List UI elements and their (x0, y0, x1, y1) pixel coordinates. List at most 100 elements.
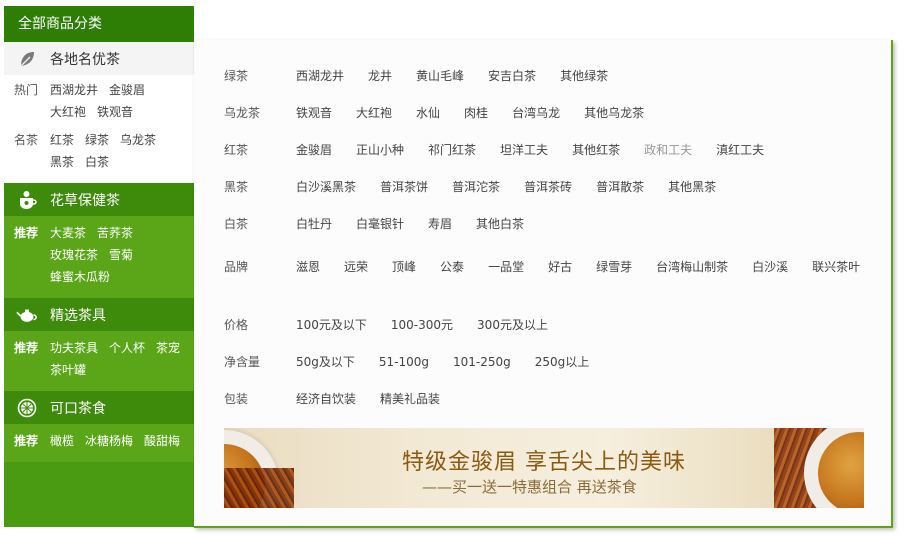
section-links: 推荐 橄榄 冰糖杨梅 酸甜梅 (4, 424, 194, 462)
filter-row-price: 价格 100元及以下 100-300元 300元及以上 (224, 314, 866, 336)
filter-link[interactable]: 白沙溪黑茶 (296, 176, 356, 198)
category-link[interactable]: 大红袍 (50, 101, 86, 123)
filter-link[interactable]: 100-300元 (391, 314, 453, 336)
filter-link[interactable]: 肉桂 (464, 102, 488, 124)
filter-link[interactable]: 安吉白茶 (488, 65, 536, 87)
category-link[interactable]: 橄榄 (50, 430, 74, 452)
category-link[interactable]: 西湖龙井 (50, 79, 98, 101)
filter-link[interactable]: 好古 (548, 256, 572, 278)
category-link[interactable]: 黑茶 (50, 151, 74, 173)
filter-row-dark-tea: 黑茶 白沙溪黑茶 普洱茶饼 普洱沱茶 普洱茶砖 普洱散茶 其他黑茶 (224, 176, 866, 198)
filter-link[interactable]: 精美礼品装 (380, 388, 440, 410)
row-label: 推荐 (14, 341, 39, 355)
category-link[interactable]: 冰糖杨梅 (85, 430, 133, 452)
filter-link[interactable]: 黄山毛峰 (416, 65, 464, 87)
filter-link[interactable]: 白毫银针 (356, 213, 404, 235)
section-links: 热门 西湖龙井 金骏眉 大红袍 铁观音 名茶 红茶 绿茶 乌龙茶 黑茶 白茶 (4, 75, 194, 183)
filter-row-packaging: 包装 经济自饮装 精美礼品装 (224, 388, 866, 410)
filter-label[interactable]: 白茶 (224, 213, 296, 235)
filter-link[interactable]: 100元及以下 (296, 314, 367, 336)
filter-link[interactable]: 其他乌龙茶 (584, 102, 644, 124)
category-link[interactable]: 茶叶罐 (50, 359, 86, 381)
filter-link[interactable]: 滋恩 (296, 256, 320, 278)
filter-link[interactable]: 普洱茶砖 (524, 176, 572, 198)
link-row: 热门 西湖龙井 金骏眉 大红袍 铁观音 (14, 79, 186, 123)
filter-label[interactable]: 黑茶 (224, 176, 296, 198)
filter-link[interactable]: 联兴茶叶 (812, 256, 860, 278)
link-row: 推荐 橄榄 冰糖杨梅 酸甜梅 (14, 430, 186, 452)
filter-link[interactable]: 其他黑茶 (668, 176, 716, 198)
filter-link[interactable]: 普洱散茶 (596, 176, 644, 198)
category-link[interactable]: 功夫茶具 (50, 337, 98, 359)
filter-link[interactable]: 铁观音 (296, 102, 332, 124)
section-header-snacks[interactable]: 可口茶食 (4, 391, 194, 424)
filter-label[interactable]: 红茶 (224, 139, 296, 161)
banner-title: 特级金骏眉 享舌尖上的美味 (402, 450, 686, 475)
filter-link[interactable]: 滇红工夫 (716, 139, 764, 161)
category-link[interactable]: 个人杯 (109, 337, 145, 359)
section-header-famous-tea[interactable]: 各地名优茶 (4, 42, 194, 75)
link-row: 推荐 大麦茶 苦荞茶 玫瑰花茶 雪菊 蜂蜜木瓜粉 (14, 222, 186, 288)
section-header-herbal-tea[interactable]: 花草保健茶 (4, 183, 194, 216)
filter-link-visited[interactable]: 政和工夫 (644, 139, 692, 161)
filter-link[interactable]: 龙井 (368, 65, 392, 87)
filter-link[interactable]: 顶峰 (392, 256, 416, 278)
filter-label[interactable]: 乌龙茶 (224, 102, 296, 124)
filter-label: 净含量 (224, 355, 261, 369)
category-link[interactable]: 绿茶 (85, 129, 109, 151)
filter-link[interactable]: 坦洋工夫 (500, 139, 548, 161)
category-flyout-panel: 绿茶 西湖龙井 龙井 黄山毛峰 安吉白茶 其他绿茶 乌龙茶 铁观音 大红袍 水仙… (194, 40, 893, 528)
filter-link[interactable]: 50g及以下 (296, 351, 355, 373)
category-link[interactable]: 大麦茶 (50, 222, 86, 244)
filter-link[interactable]: 远荣 (344, 256, 368, 278)
filter-link[interactable]: 正山小种 (356, 139, 404, 161)
row-label: 名茶 (14, 133, 39, 147)
category-link[interactable]: 白茶 (85, 151, 109, 173)
filter-link[interactable]: 台湾乌龙 (512, 102, 560, 124)
link-row: 名茶 红茶 绿茶 乌龙茶 黑茶 白茶 (14, 129, 186, 173)
category-link[interactable]: 蜂蜜木瓜粉 (50, 266, 110, 288)
filter-link[interactable]: 绿雪芽 (596, 256, 632, 278)
section-header-tea-sets[interactable]: 精选茶具 (4, 298, 194, 331)
filter-link[interactable]: 白牡丹 (296, 213, 332, 235)
section-title: 可口茶食 (50, 400, 106, 417)
category-link[interactable]: 玫瑰花茶 (50, 244, 98, 266)
filter-link[interactable]: 250g以上 (535, 351, 590, 373)
filter-link[interactable]: 300元及以上 (477, 314, 548, 336)
category-link[interactable]: 金骏眉 (109, 79, 145, 101)
category-link[interactable]: 酸甜梅 (144, 430, 180, 452)
filter-link[interactable]: 普洱茶饼 (380, 176, 428, 198)
category-link[interactable]: 苦荞茶 (97, 222, 133, 244)
filter-link[interactable]: 一品堂 (488, 256, 524, 278)
filter-link[interactable]: 西湖龙井 (296, 65, 344, 87)
filter-link[interactable]: 寿眉 (428, 213, 452, 235)
row-label: 推荐 (14, 434, 39, 448)
filter-link[interactable]: 51-100g (379, 351, 429, 373)
category-link[interactable]: 乌龙茶 (120, 129, 156, 151)
filter-link[interactable]: 其他白茶 (476, 213, 524, 235)
filter-link[interactable]: 其他绿茶 (560, 65, 608, 87)
filter-link[interactable]: 普洱沱茶 (452, 176, 500, 198)
filter-link[interactable]: 水仙 (416, 102, 440, 124)
filter-link[interactable]: 大红袍 (356, 102, 392, 124)
category-link[interactable]: 雪菊 (109, 244, 133, 266)
filter-link[interactable]: 金骏眉 (296, 139, 332, 161)
leaf-icon (16, 48, 38, 70)
filter-link[interactable]: 祁门红茶 (428, 139, 476, 161)
banner-subtitle: ——买一送一特惠组合 再送茶食 (422, 478, 637, 496)
section-links: 推荐 功夫茶具 个人杯 茶宠 茶叶罐 (4, 331, 194, 391)
filter-link[interactable]: 白沙溪 (752, 256, 788, 278)
filter-link[interactable]: 台湾梅山制茶 (656, 256, 728, 278)
section-famous-tea: 各地名优茶 热门 西湖龙井 金骏眉 大红袍 铁观音 名茶 红茶 绿茶 乌龙茶 黑… (4, 42, 194, 183)
filter-row-black-tea: 红茶 金骏眉 正山小种 祁门红茶 坦洋工夫 其他红茶 政和工夫 滇红工夫 (224, 139, 866, 161)
category-link[interactable]: 铁观音 (97, 101, 133, 123)
category-link[interactable]: 茶宠 (156, 337, 180, 359)
filter-link[interactable]: 101-250g (453, 351, 511, 373)
filter-link[interactable]: 公泰 (440, 256, 464, 278)
filter-label[interactable]: 绿茶 (224, 65, 296, 87)
filter-link[interactable]: 经济自饮装 (296, 388, 356, 410)
promo-banner[interactable]: 特级金骏眉 享舌尖上的美味 ——买一送一特惠组合 再送茶食 (224, 428, 864, 508)
category-link[interactable]: 红茶 (50, 129, 74, 151)
filter-link[interactable]: 其他红茶 (572, 139, 620, 161)
section-links: 推荐 大麦茶 苦荞茶 玫瑰花茶 雪菊 蜂蜜木瓜粉 (4, 216, 194, 298)
